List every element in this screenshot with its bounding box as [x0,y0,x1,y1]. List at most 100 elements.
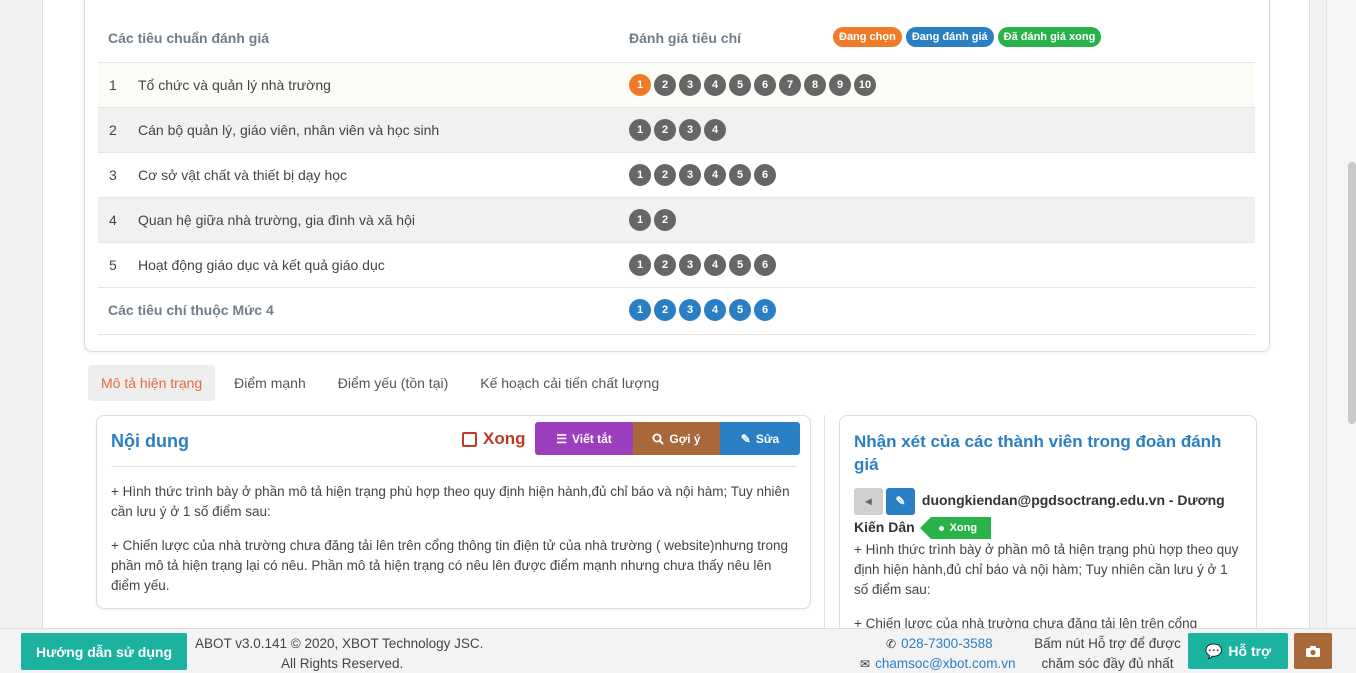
criterion-dot[interactable]: 6 [754,164,776,186]
criterion-dots: 1 2 3 4 5 6 [629,254,776,276]
criterion-dot[interactable]: 3 [679,299,701,321]
support-label: Hỗ trợ [1228,643,1272,659]
copyright-line: ABOT v3.0.141 © 2020, XBOT Technology JS… [195,636,484,651]
criterion-dot[interactable]: 1 [629,164,651,186]
legend-selecting: Đang chọn [833,27,902,47]
criterion-dots: 1 2 [629,209,676,231]
tab-strengths[interactable]: Điểm mạnh [221,365,319,401]
suggest-button[interactable]: Gợi ý [633,422,720,455]
support-button[interactable]: 💬 Hỗ trợ [1188,633,1288,669]
criterion-dot[interactable]: 5 [729,299,751,321]
vertical-scrollbar[interactable] [1326,0,1356,630]
level4-dots: 1 2 3 4 5 6 [629,299,776,321]
criterion-dot[interactable]: 1 [629,209,651,231]
row-name[interactable]: Cơ sở vật chất và thiết bị dạy học [138,167,347,183]
row-name[interactable]: Hoạt động giáo dục và kết quả giáo dục [138,257,385,273]
criterion-dot[interactable]: 10 [854,74,876,96]
criterion-dot[interactable]: 3 [679,254,701,276]
done-checkbox[interactable]: Xong [462,429,526,449]
tab-current-state[interactable]: Mô tả hiện trạng [88,365,216,401]
phone-icon: ✆ [886,637,897,651]
criterion-dot[interactable]: 9 [829,74,851,96]
tag-hole-icon [938,525,944,531]
row-name[interactable]: Tổ chức và quản lý nhà trường [138,77,331,93]
criterion-dot[interactable]: 2 [654,254,676,276]
criteria-row-1[interactable]: 1 Tổ chức và quản lý nhà trường 1 2 3 4 … [98,62,1255,107]
comments-panel: Nhận xét của các thành viên trong đoàn đ… [839,415,1257,645]
criteria-row-2[interactable]: 2 Cán bộ quản lý, giáo viên, nhân viên v… [98,107,1255,152]
criterion-dot[interactable]: 4 [704,164,726,186]
criterion-dot[interactable]: 4 [704,299,726,321]
content-toolbar: ☰ Viết tắt Gợi ý ✎ Sửa [535,422,800,455]
status-badge: Xong [919,517,992,540]
email-link[interactable]: chamsoc@xbot.com.vn [875,654,1016,673]
rating-header: Đánh giá tiêu chí [629,30,742,46]
criterion-dot[interactable]: 1 [629,254,651,276]
criterion-dot[interactable]: 4 [704,74,726,96]
edit-icon[interactable]: ✎ [886,488,915,515]
content-title: Nội dung [111,431,189,451]
criterion-dot[interactable]: 2 [654,209,676,231]
criterion-dots: 1 2 3 4 [629,119,726,141]
criterion-dot[interactable]: 3 [679,119,701,141]
abbreviation-label: Viết tắt [571,431,612,446]
back-arrow-icon[interactable]: ◂ [854,488,883,515]
content-paragraph: + Hình thức trình bày ở phần mô tả hiện … [111,484,790,519]
criterion-dot[interactable]: 1 [629,74,651,96]
criteria-row-4[interactable]: 4 Quan hệ giữa nhà trường, gia đình và x… [98,197,1255,242]
tab-improvement-plan[interactable]: Kế hoạch cải tiến chất lượng [467,365,672,401]
content-panel: Nội dung Xong ☰ Viết tắt Gợi ý ✎ Sửa + H… [96,415,811,609]
checkbox-square-icon[interactable] [462,431,477,447]
criteria-row-3[interactable]: 3 Cơ sở vật chất và thiết bị dạy học 1 2… [98,152,1255,197]
criterion-dot[interactable]: 1 [629,299,651,321]
camera-icon [1306,645,1320,657]
criterion-dot[interactable]: 8 [804,74,826,96]
criterion-dot[interactable]: 2 [654,119,676,141]
criterion-dot[interactable]: 6 [754,254,776,276]
criterion-dot[interactable]: 6 [754,299,776,321]
row-name[interactable]: Quan hệ giữa nhà trường, gia đình và xã … [138,212,415,228]
abbreviation-button[interactable]: ☰ Viết tắt [535,422,633,455]
email-row: ✉ chamsoc@xbot.com.vn [860,654,1016,673]
criterion-dot[interactable]: 4 [704,254,726,276]
copyright-line: All Rights Reserved. [281,656,404,671]
criterion-dots: 1 2 3 4 5 6 7 8 9 10 [629,74,876,96]
criterion-dot[interactable]: 4 [704,119,726,141]
search-icon [652,433,665,445]
criterion-dot[interactable]: 5 [729,74,751,96]
row-name[interactable]: Cán bộ quản lý, giáo viên, nhân viên và … [138,122,439,138]
criterion-dot[interactable]: 2 [654,164,676,186]
criterion-dot[interactable]: 6 [754,74,776,96]
phone-row: ✆ 028-7300-3588 [860,634,1016,654]
list-icon: ☰ [556,431,567,446]
row-number: 5 [109,257,117,273]
criterion-dot[interactable]: 1 [629,119,651,141]
criteria-row-5[interactable]: 5 Hoạt động giáo dục và kết quả giáo dục… [98,242,1255,287]
row-number: 4 [109,212,117,228]
edit-button[interactable]: ✎ Sửa [720,422,800,455]
phone-number[interactable]: 028-7300-3588 [901,634,993,654]
camera-button[interactable] [1294,633,1332,669]
level4-label: Các tiêu chí thuộc Mức 4 [108,302,274,318]
content-body: + Hình thức trình bày ở phần mô tả hiện … [111,482,797,610]
tab-weaknesses[interactable]: Điểm yếu (tồn tại) [325,365,461,401]
edit-label: Sửa [755,431,780,446]
status-label: Xong [949,521,978,534]
divider [111,466,797,467]
content-paragraph: + Chiến lược của nhà trường chưa đăng tả… [111,538,789,593]
row-number: 2 [109,122,117,138]
criterion-dot[interactable]: 5 [729,164,751,186]
scrollbar-thumb[interactable] [1348,162,1356,424]
criterion-dot[interactable]: 3 [679,74,701,96]
criterion-dot[interactable]: 5 [729,254,751,276]
criterion-dot[interactable]: 3 [679,164,701,186]
comment-paragraph: + Hình thức trình bày ở phần mô tả hiện … [854,542,1239,597]
user-guide-button[interactable]: Hướng dẫn sử dụng [21,633,187,670]
criterion-dots: 1 2 3 4 5 6 [629,164,776,186]
copyright: ABOT v3.0.141 © 2020, XBOT Technology JS… [195,634,495,673]
envelope-icon: ✉ [860,657,871,671]
criterion-dot[interactable]: 2 [654,299,676,321]
criterion-dot[interactable]: 7 [779,74,801,96]
criterion-dot[interactable]: 2 [654,74,676,96]
column-divider [824,415,825,630]
